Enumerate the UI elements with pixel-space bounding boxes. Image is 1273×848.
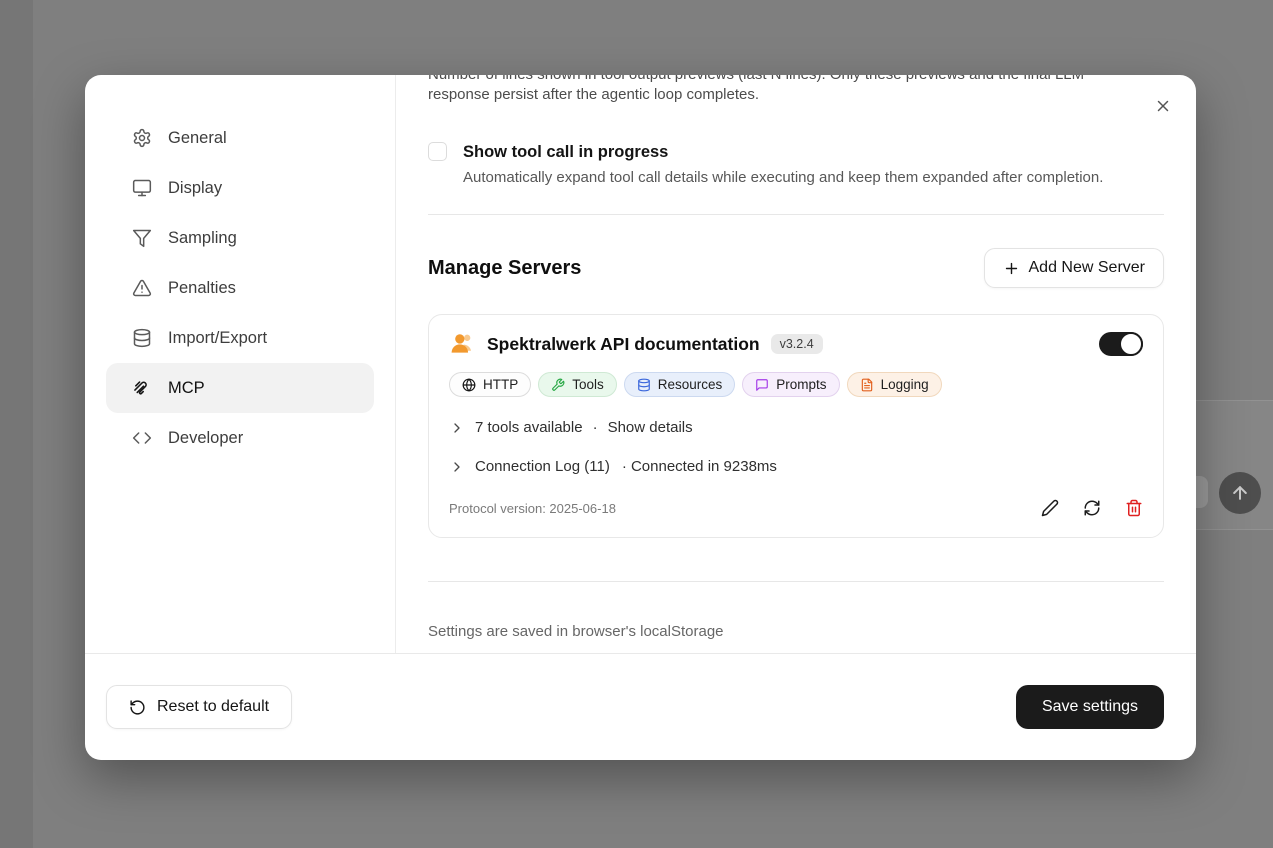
trash-icon[interactable] <box>1125 499 1143 517</box>
tools-summary: 7 tools available <box>475 419 583 436</box>
edit-icon[interactable] <box>1041 499 1059 517</box>
modal-footer: Reset to default Save settings <box>85 653 1196 760</box>
busts-in-silhouette-emoji <box>449 331 475 357</box>
sidebar-item-label: Penalties <box>168 278 236 297</box>
badge-tools: Tools <box>538 372 617 397</box>
sidebar-item-display[interactable]: Display <box>106 163 374 213</box>
funnel-icon <box>132 228 152 248</box>
refresh-icon[interactable] <box>1083 499 1101 517</box>
separator-dot: · <box>592 419 598 436</box>
badge-label: Resources <box>657 377 723 392</box>
wrench-icon <box>551 378 565 392</box>
badge-label: Logging <box>880 377 929 392</box>
badge-resources: Resources <box>623 372 736 397</box>
checkbox-description: Automatically expand tool call details w… <box>463 169 1104 186</box>
toggle-knob <box>1119 332 1143 356</box>
show-tool-call-checkbox[interactable] <box>428 142 447 161</box>
badge-label: Prompts <box>776 377 827 392</box>
settings-sidebar: General Display Sampling Penalties Impor… <box>85 75 396 653</box>
badge-label: HTTP <box>483 377 519 392</box>
section-divider <box>428 581 1164 582</box>
tool-output-preview-description: Number of lines shown in tool output pre… <box>428 75 1084 103</box>
mcp-settings-panel: Number of lines shown in tool output pre… <box>396 75 1196 653</box>
sidebar-item-penalties[interactable]: Penalties <box>106 263 374 313</box>
server-card-header: Spektralwerk API documentation v3.2.4 <box>449 331 1143 357</box>
sidebar-item-label: Sampling <box>168 228 237 247</box>
settings-modal: General Display Sampling Penalties Impor… <box>85 75 1196 760</box>
rotate-ccw-icon <box>129 699 146 716</box>
database-icon <box>132 328 152 348</box>
server-actions <box>1041 499 1143 517</box>
alert-triangle-icon <box>132 278 152 298</box>
reset-to-default-button[interactable]: Reset to default <box>106 685 293 729</box>
settings-modal-body: General Display Sampling Penalties Impor… <box>85 75 1196 653</box>
sidebar-item-label: Display <box>168 178 223 197</box>
add-new-server-label: Add New Server <box>1028 259 1146 276</box>
sidebar-item-label: Developer <box>168 428 244 447</box>
send-button[interactable] <box>1219 472 1261 514</box>
server-capability-badges: HTTP Tools Resources Prompts Logging <box>449 372 1143 397</box>
server-version-badge: v3.2.4 <box>770 334 823 354</box>
badge-http: HTTP <box>449 372 532 397</box>
badge-prompts: Prompts <box>742 372 840 397</box>
plus-icon <box>1003 260 1020 277</box>
server-name: Spektralwerk API documentation <box>487 333 760 354</box>
sidebar-item-label: MCP <box>168 378 205 397</box>
message-square-icon <box>755 378 769 392</box>
sidebar-item-import-export[interactable]: Import/Export <box>106 313 374 363</box>
server-card: Spektralwerk API documentation v3.2.4 HT… <box>428 314 1164 538</box>
sidebar-item-general[interactable]: General <box>106 113 374 163</box>
globe-icon <box>462 378 476 392</box>
tools-available-row[interactable]: 7 tools available · Show details <box>449 419 1143 436</box>
sidebar-item-sampling[interactable]: Sampling <box>106 213 374 263</box>
show-details-link[interactable]: Show details <box>608 419 693 436</box>
server-enabled-toggle[interactable] <box>1099 332 1143 356</box>
background-app-sidebar <box>0 0 33 848</box>
monitor-icon <box>132 178 152 198</box>
code-icon <box>132 428 152 448</box>
chevron-right-icon <box>449 459 465 475</box>
reset-label: Reset to default <box>157 698 270 715</box>
connection-time: · Connected in 9238ms <box>621 458 777 475</box>
file-text-icon <box>860 378 874 392</box>
close-icon[interactable] <box>1150 93 1176 119</box>
mcp-logo-icon <box>132 378 152 398</box>
badge-label: Tools <box>572 377 604 392</box>
sidebar-item-mcp[interactable]: MCP <box>106 363 374 413</box>
manage-servers-title: Manage Servers <box>428 256 582 279</box>
sidebar-item-label: General <box>168 128 227 147</box>
connection-log-row[interactable]: Connection Log (11) · Connected in 9238m… <box>449 458 1143 475</box>
storage-note: Settings are saved in browser's localSto… <box>428 623 724 640</box>
manage-servers-header: Manage Servers Add New Server <box>428 248 1164 288</box>
gear-icon <box>132 128 152 148</box>
chevron-right-icon <box>449 420 465 436</box>
sidebar-item-developer[interactable]: Developer <box>106 413 374 463</box>
database-icon <box>637 378 651 392</box>
arrow-up-icon <box>1230 483 1250 503</box>
sidebar-item-label: Import/Export <box>168 328 268 347</box>
server-card-footer: Protocol version: 2025-06-18 <box>449 499 1143 517</box>
show-tool-call-setting: Show tool call in progress Automatically… <box>428 141 1164 188</box>
connection-log-label: Connection Log (11) <box>475 458 610 475</box>
add-new-server-button[interactable]: Add New Server <box>983 248 1164 288</box>
checkbox-label: Show tool call in progress <box>463 143 669 161</box>
save-settings-button[interactable]: Save settings <box>1015 685 1164 729</box>
protocol-version: Protocol version: 2025-06-18 <box>449 500 616 516</box>
section-divider <box>428 214 1164 215</box>
badge-logging: Logging <box>846 372 942 397</box>
